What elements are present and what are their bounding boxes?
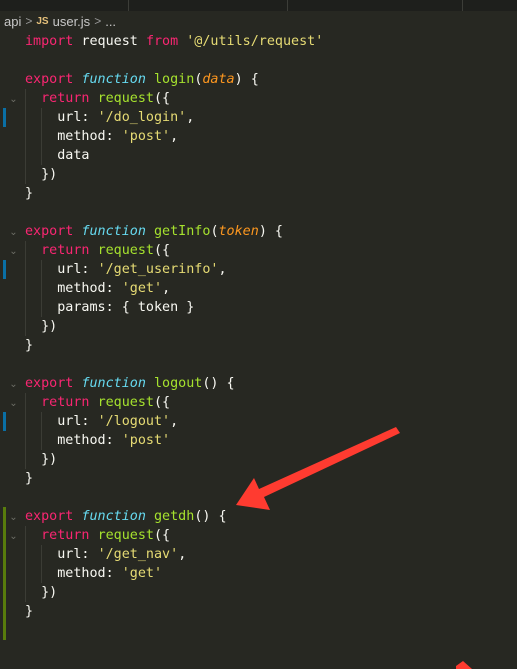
red-arrow-icon (236, 427, 472, 669)
